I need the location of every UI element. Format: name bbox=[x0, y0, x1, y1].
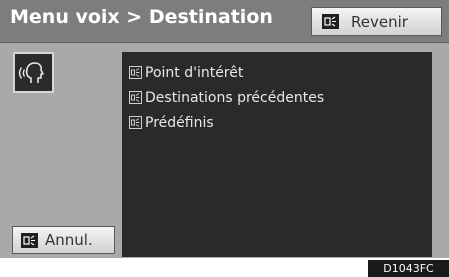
option-previous-destinations[interactable]: Destinations précédentes bbox=[129, 85, 324, 110]
option-label: Destinations précédentes bbox=[145, 89, 325, 106]
voice-key-icon bbox=[322, 14, 339, 29]
header-bar: Menu voix > Destination Revenir bbox=[0, 0, 449, 42]
speaking-head-icon bbox=[18, 61, 44, 83]
option-label: Prédéfinis bbox=[145, 114, 214, 131]
cancel-button-label: Annul. bbox=[45, 231, 93, 249]
back-button-label: Revenir bbox=[351, 12, 408, 31]
figure-code-label: D1043FC bbox=[368, 260, 449, 277]
voice-checkbox-icon bbox=[129, 66, 142, 79]
option-point-of-interest[interactable]: Point d'intérêt bbox=[129, 60, 324, 85]
voice-key-icon bbox=[21, 232, 38, 248]
cancel-button[interactable]: Annul. bbox=[12, 226, 115, 254]
back-button[interactable]: Revenir bbox=[311, 7, 442, 36]
voice-checkbox-icon bbox=[129, 116, 142, 129]
header-divider bbox=[0, 42, 449, 43]
voice-option-panel: Point d'intérêt Destinations précédentes bbox=[122, 52, 432, 257]
option-presets[interactable]: Prédéfinis bbox=[129, 110, 324, 135]
screen-title: Menu voix > Destination bbox=[10, 6, 273, 28]
voice-checkbox-icon bbox=[129, 91, 142, 104]
navigation-screen: Menu voix > Destination Revenir Point d'… bbox=[0, 0, 449, 258]
voice-command-button[interactable] bbox=[13, 52, 54, 93]
option-label: Point d'intérêt bbox=[145, 64, 244, 81]
voice-option-list: Point d'intérêt Destinations précédentes bbox=[129, 60, 324, 135]
